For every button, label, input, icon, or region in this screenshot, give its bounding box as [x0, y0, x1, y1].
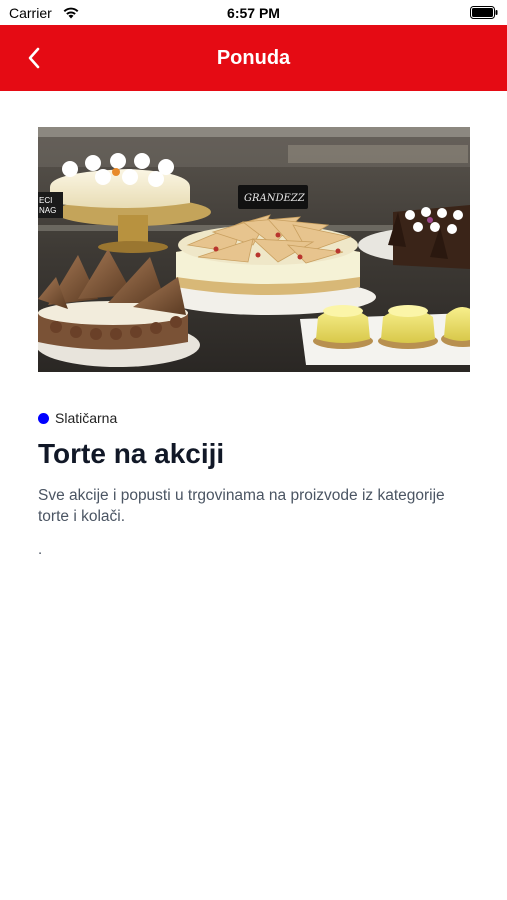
battery-icon [470, 6, 498, 24]
category-label: Slatičarna [55, 410, 118, 426]
category-dot-icon [38, 412, 49, 424]
offer-title: Torte na akciji [38, 438, 225, 469]
offer-description: Sve akcije i popusti u trgovinama na pro… [38, 487, 445, 525]
svg-text:ECI: ECI [39, 196, 52, 205]
svg-text:GRANDEZZ: GRANDEZZ [244, 193, 306, 204]
nav-bar: Ponuda [0, 25, 507, 91]
category-tag: Slatičarna [38, 409, 117, 427]
status-time: 6:57 PM [227, 5, 280, 21]
svg-text:NAG: NAG [39, 206, 56, 215]
offer-image: ECI NAG GRANDEZZ [38, 127, 470, 372]
offer-footnote: . [38, 541, 43, 558]
page-title: Ponuda [216, 47, 291, 69]
status-bar: Carrier 6:57 PM [0, 0, 507, 25]
